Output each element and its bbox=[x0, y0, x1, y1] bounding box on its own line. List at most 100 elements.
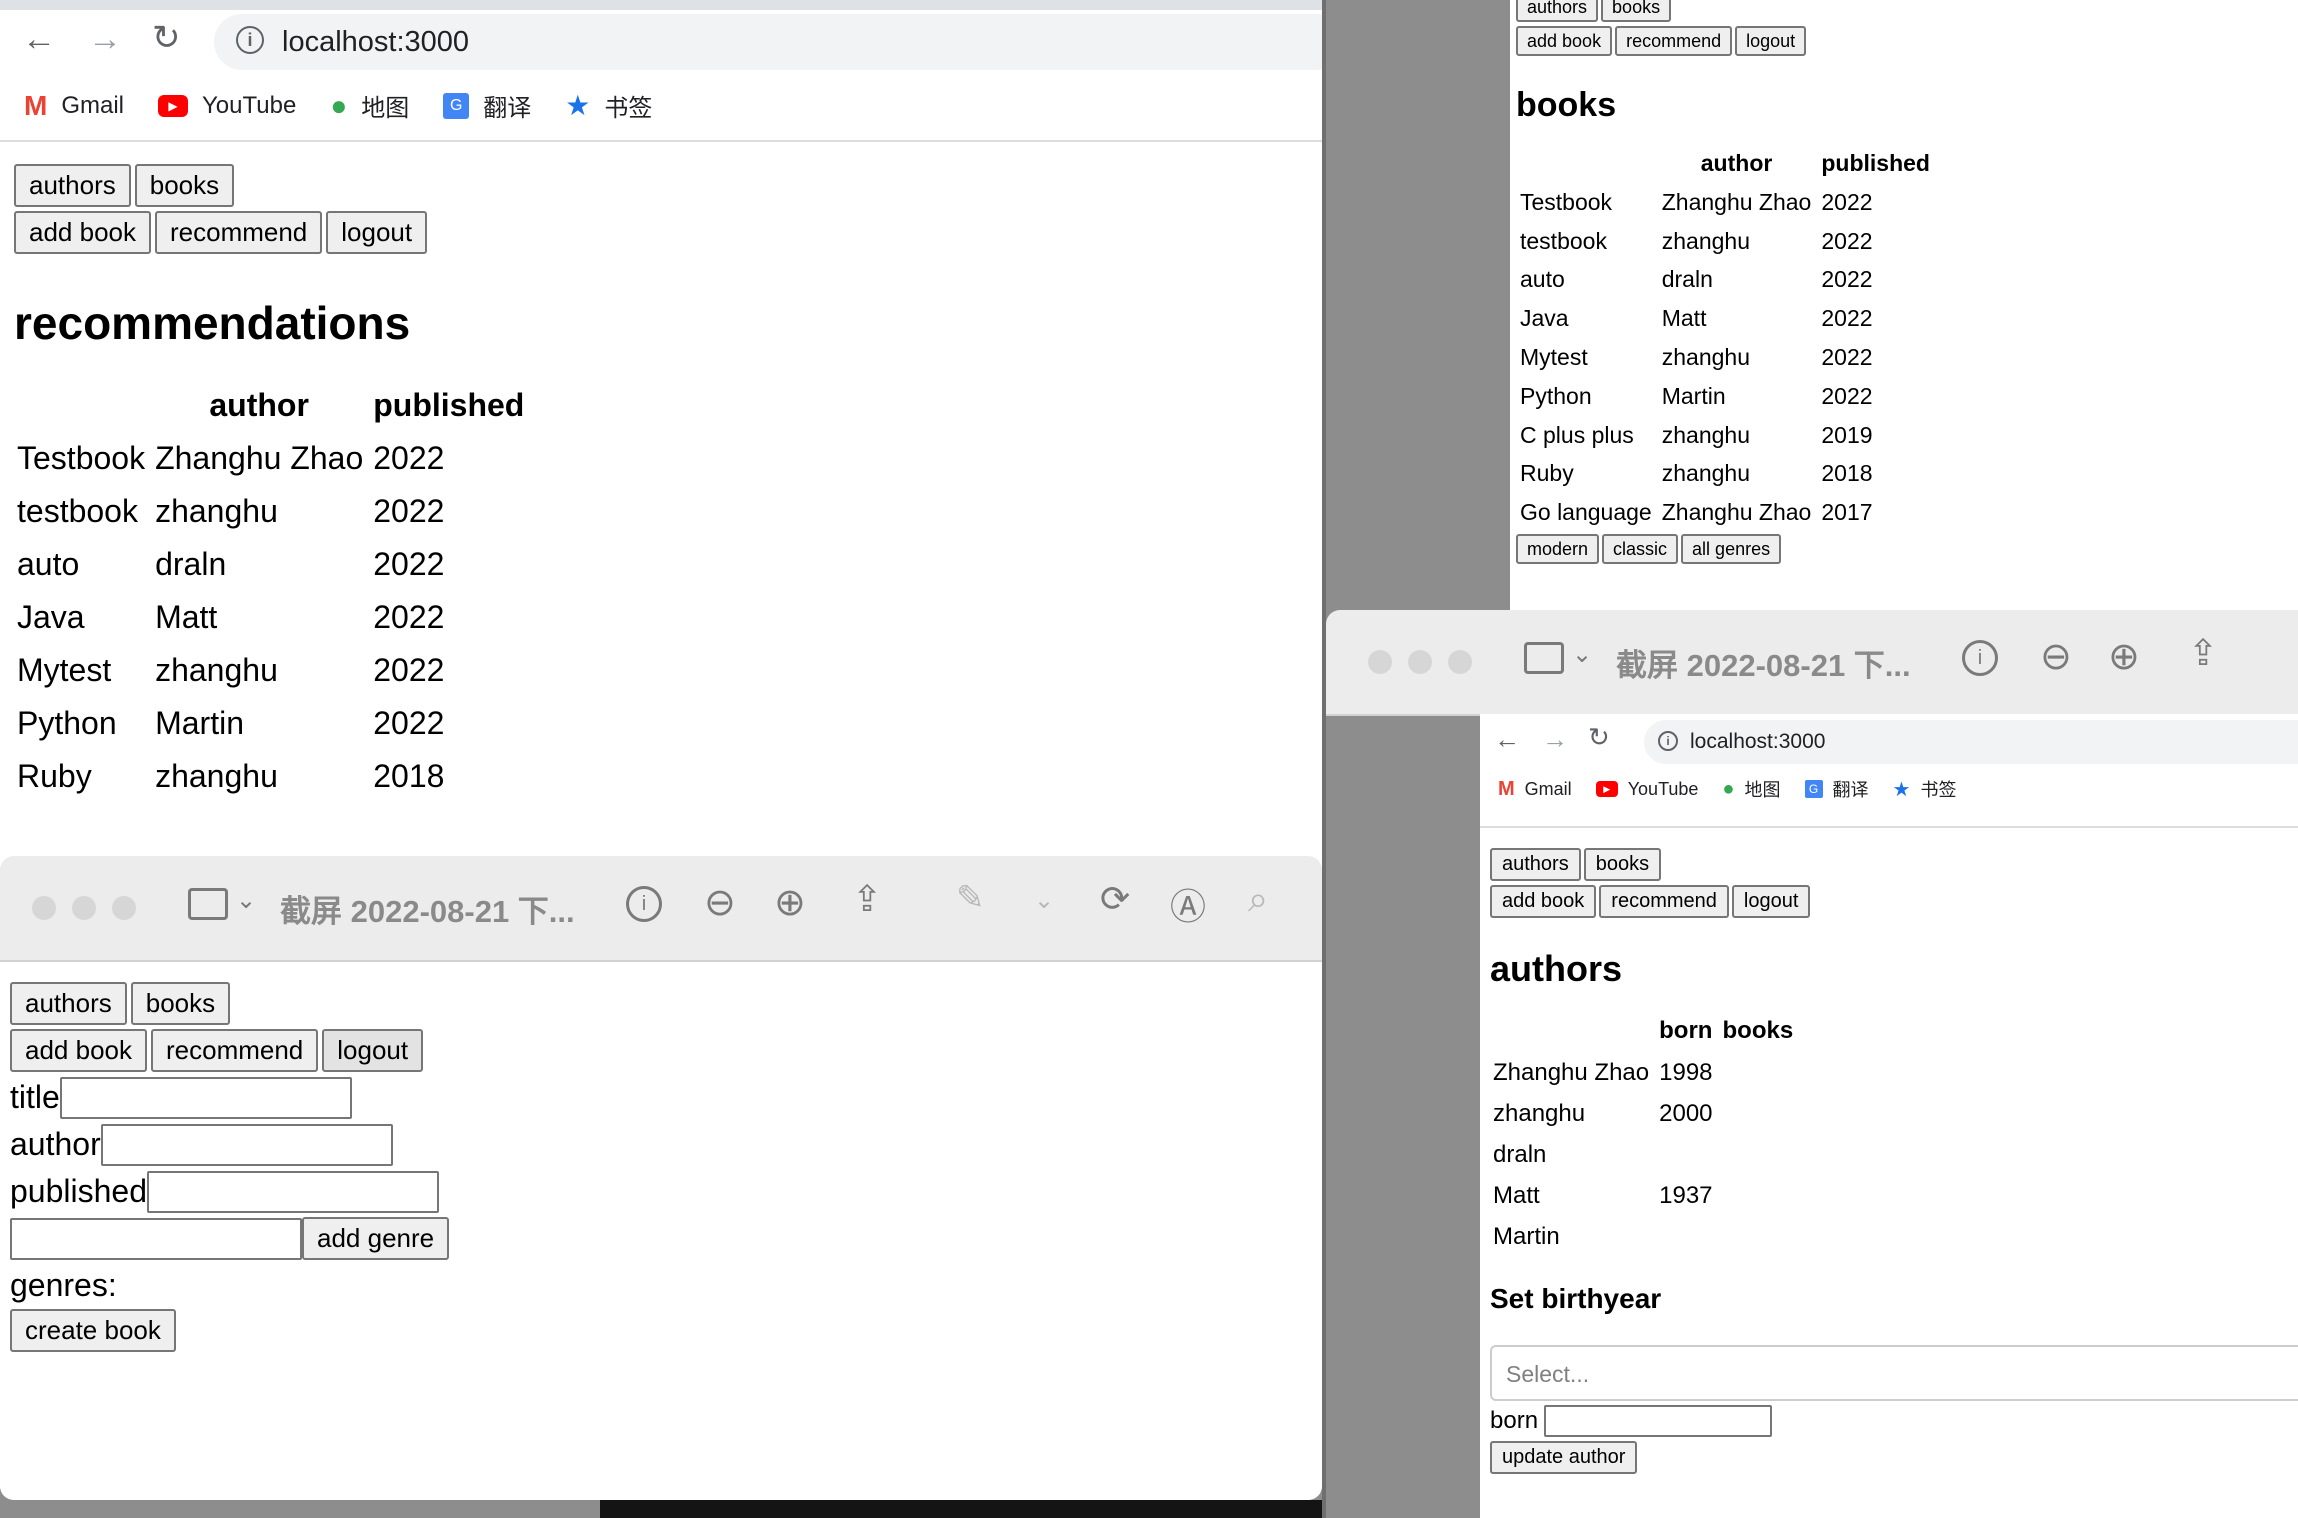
table-cell bbox=[1654, 1216, 1717, 1257]
chevron-down-icon[interactable]: ⌄ bbox=[1034, 886, 1054, 915]
bookmark-bookmarks[interactable]: ★ 书签 bbox=[1893, 776, 1957, 802]
recommend-button[interactable]: recommend bbox=[150, 1029, 319, 1072]
books-button[interactable]: books bbox=[134, 164, 235, 207]
info-icon[interactable]: i bbox=[1962, 640, 1998, 676]
books-button[interactable]: books bbox=[1601, 0, 1672, 22]
site-info-icon[interactable]: i bbox=[1658, 731, 1678, 751]
authors-button[interactable]: authors bbox=[10, 982, 127, 1025]
bookmark-maps[interactable]: ● 地图 bbox=[1722, 776, 1780, 802]
search-icon[interactable]: ⌕ bbox=[1248, 878, 1268, 921]
table-cell: Python bbox=[1520, 382, 1592, 409]
zoom-out-icon[interactable]: ⊖ bbox=[704, 880, 736, 925]
zoom-window-icon[interactable] bbox=[1448, 650, 1472, 674]
author-input[interactable] bbox=[100, 1123, 393, 1166]
back-arrow-icon[interactable]: ← bbox=[22, 20, 56, 59]
reload-icon[interactable]: ↻ bbox=[1588, 722, 1610, 753]
table-row: Java Matt 2022 bbox=[12, 591, 529, 644]
born-input[interactable] bbox=[1544, 1405, 1773, 1437]
books-table: author published Testbook Zhanghu Zhao 202… bbox=[1515, 143, 1935, 532]
nav-row-1: authors books bbox=[1516, 0, 1935, 22]
forward-arrow-icon[interactable]: → bbox=[88, 20, 122, 59]
zoom-in-icon[interactable]: ⊕ bbox=[2108, 634, 2140, 679]
bookmark-translate[interactable]: G 翻译 bbox=[1804, 776, 1869, 802]
published-input[interactable] bbox=[147, 1170, 439, 1213]
zoom-window-icon[interactable] bbox=[112, 896, 136, 920]
authors-button[interactable]: authors bbox=[14, 164, 131, 207]
add-genre-button[interactable]: add genre bbox=[302, 1217, 450, 1260]
table-cell: 1998 bbox=[1659, 1058, 1713, 1086]
bookmark-bookmarks[interactable]: ★ 书签 bbox=[565, 88, 652, 123]
author-select[interactable]: Select... bbox=[1490, 1345, 2298, 1401]
table-cell: Martin bbox=[155, 705, 244, 741]
share-icon[interactable]: ⇪ bbox=[2188, 632, 2218, 674]
genre-input[interactable] bbox=[10, 1217, 302, 1260]
add-book-button[interactable]: add book bbox=[1516, 26, 1613, 56]
left-browser-window: ← → ↻ i localhost:3000 M Gmail ▶ YouTube ●… bbox=[0, 0, 1322, 1500]
minimize-window-icon[interactable] bbox=[1408, 650, 1432, 674]
bookmark-gmail[interactable]: M Gmail bbox=[24, 88, 124, 123]
sidebar-toggle-icon[interactable] bbox=[1524, 642, 1564, 674]
table-row: Mytest zhanghu 2022 bbox=[12, 644, 529, 697]
address-bar[interactable]: i localhost:3000 bbox=[1644, 720, 2298, 764]
add-book-button[interactable]: add book bbox=[14, 211, 151, 254]
annotate-icon[interactable]: Ⓐ bbox=[1170, 878, 1206, 930]
close-window-icon[interactable] bbox=[32, 896, 56, 920]
update-author-button[interactable]: update author bbox=[1490, 1441, 1638, 1474]
authors-table: born books Zhanghu Zhao 1998 zhanghu 2000 … bbox=[1488, 1010, 1798, 1257]
bookmark-youtube[interactable]: ▶ YouTube bbox=[1595, 776, 1698, 802]
zoom-in-icon[interactable]: ⊕ bbox=[774, 880, 806, 925]
table-cell: 2019 bbox=[1821, 421, 1873, 448]
add-book-button[interactable]: add book bbox=[1490, 885, 1597, 918]
table-row: Martin bbox=[1488, 1216, 1798, 1257]
bookmark-maps[interactable]: ● 地图 bbox=[330, 88, 409, 123]
bookmark-gmail[interactable]: M Gmail bbox=[1498, 776, 1572, 802]
url-text[interactable]: localhost:3000 bbox=[1690, 730, 1825, 754]
rotate-icon[interactable]: ⟳ bbox=[1100, 878, 1130, 920]
address-bar[interactable]: i localhost:3000 bbox=[214, 14, 1322, 70]
table-cell: Matt bbox=[155, 599, 218, 635]
table-cell: draln bbox=[155, 546, 227, 582]
recommend-button[interactable]: recommend bbox=[154, 211, 323, 254]
logout-button[interactable]: logout bbox=[1735, 26, 1807, 56]
create-book-button[interactable]: create book bbox=[10, 1309, 176, 1352]
table-cell bbox=[1718, 1134, 1799, 1175]
table-row: Java Matt 2022 bbox=[1515, 299, 1935, 338]
zoom-out-icon[interactable]: ⊖ bbox=[2040, 634, 2072, 679]
bookmark-youtube[interactable]: ▶ YouTube bbox=[158, 88, 296, 123]
recommend-button[interactable]: recommend bbox=[1599, 885, 1729, 918]
table-cell: 2022 bbox=[373, 705, 445, 741]
reload-icon[interactable]: ↻ bbox=[152, 18, 181, 58]
minimize-window-icon[interactable] bbox=[72, 896, 96, 920]
authors-button[interactable]: authors bbox=[1490, 848, 1581, 881]
table-cell: draln bbox=[1493, 1140, 1547, 1168]
logout-button[interactable]: logout bbox=[1731, 885, 1811, 918]
books-button[interactable]: books bbox=[130, 982, 231, 1025]
table-cell: 2018 bbox=[373, 758, 445, 794]
logout-button[interactable]: logout bbox=[322, 1029, 424, 1072]
genre-all-button[interactable]: all genres bbox=[1681, 534, 1782, 565]
chevron-down-icon[interactable]: ⌄ bbox=[236, 886, 256, 915]
gmail-icon: M bbox=[24, 89, 48, 121]
add-book-button[interactable]: add book bbox=[10, 1029, 147, 1072]
books-button[interactable]: books bbox=[1583, 848, 1662, 881]
site-info-icon[interactable]: i bbox=[236, 26, 264, 54]
logout-button[interactable]: logout bbox=[326, 211, 428, 254]
recommend-button[interactable]: recommend bbox=[1615, 26, 1733, 56]
markup-pen-icon[interactable]: ✎ bbox=[956, 878, 985, 918]
close-window-icon[interactable] bbox=[1368, 650, 1392, 674]
back-arrow-icon[interactable]: ← bbox=[1494, 724, 1520, 755]
info-icon[interactable]: i bbox=[626, 886, 662, 922]
authors-button[interactable]: authors bbox=[1516, 0, 1599, 22]
genre-classic-button[interactable]: classic bbox=[1602, 534, 1679, 565]
genre-modern-button[interactable]: modern bbox=[1516, 534, 1600, 565]
table-row: draln bbox=[1488, 1134, 1798, 1175]
preview-title: 截屏 2022-08-21 下... bbox=[280, 894, 575, 929]
url-text[interactable]: localhost:3000 bbox=[282, 26, 469, 59]
sidebar-toggle-icon[interactable] bbox=[188, 888, 228, 920]
share-icon[interactable]: ⇪ bbox=[852, 878, 882, 920]
column-header bbox=[12, 378, 150, 432]
chevron-down-icon[interactable]: ⌄ bbox=[1572, 640, 1592, 669]
forward-arrow-icon[interactable]: → bbox=[1542, 724, 1568, 755]
title-input[interactable] bbox=[59, 1076, 352, 1119]
bookmark-translate[interactable]: G 翻译 bbox=[443, 88, 531, 123]
